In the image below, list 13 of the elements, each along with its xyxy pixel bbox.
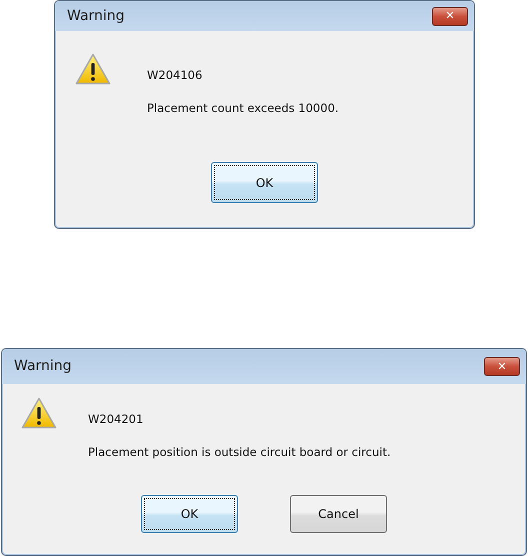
warning-icon [75,53,111,85]
error-code: W204201 [88,411,144,428]
message-text: Placement count exceeds 10000. [147,100,339,118]
window-title: Warning [67,6,125,26]
dialog-button[interactable]: OK [141,495,238,533]
close-button[interactable]: ✕ [432,6,468,26]
dialog-button[interactable]: Cancel [290,495,387,533]
warning-icon [21,397,57,429]
dialog-button[interactable]: OK [211,162,318,203]
message-text: Placement position is outside circuit board or circuit. [88,444,391,462]
error-code: W204106 [147,67,204,84]
close-button[interactable]: ✕ [484,357,520,376]
window-title: Warning [14,357,72,376]
